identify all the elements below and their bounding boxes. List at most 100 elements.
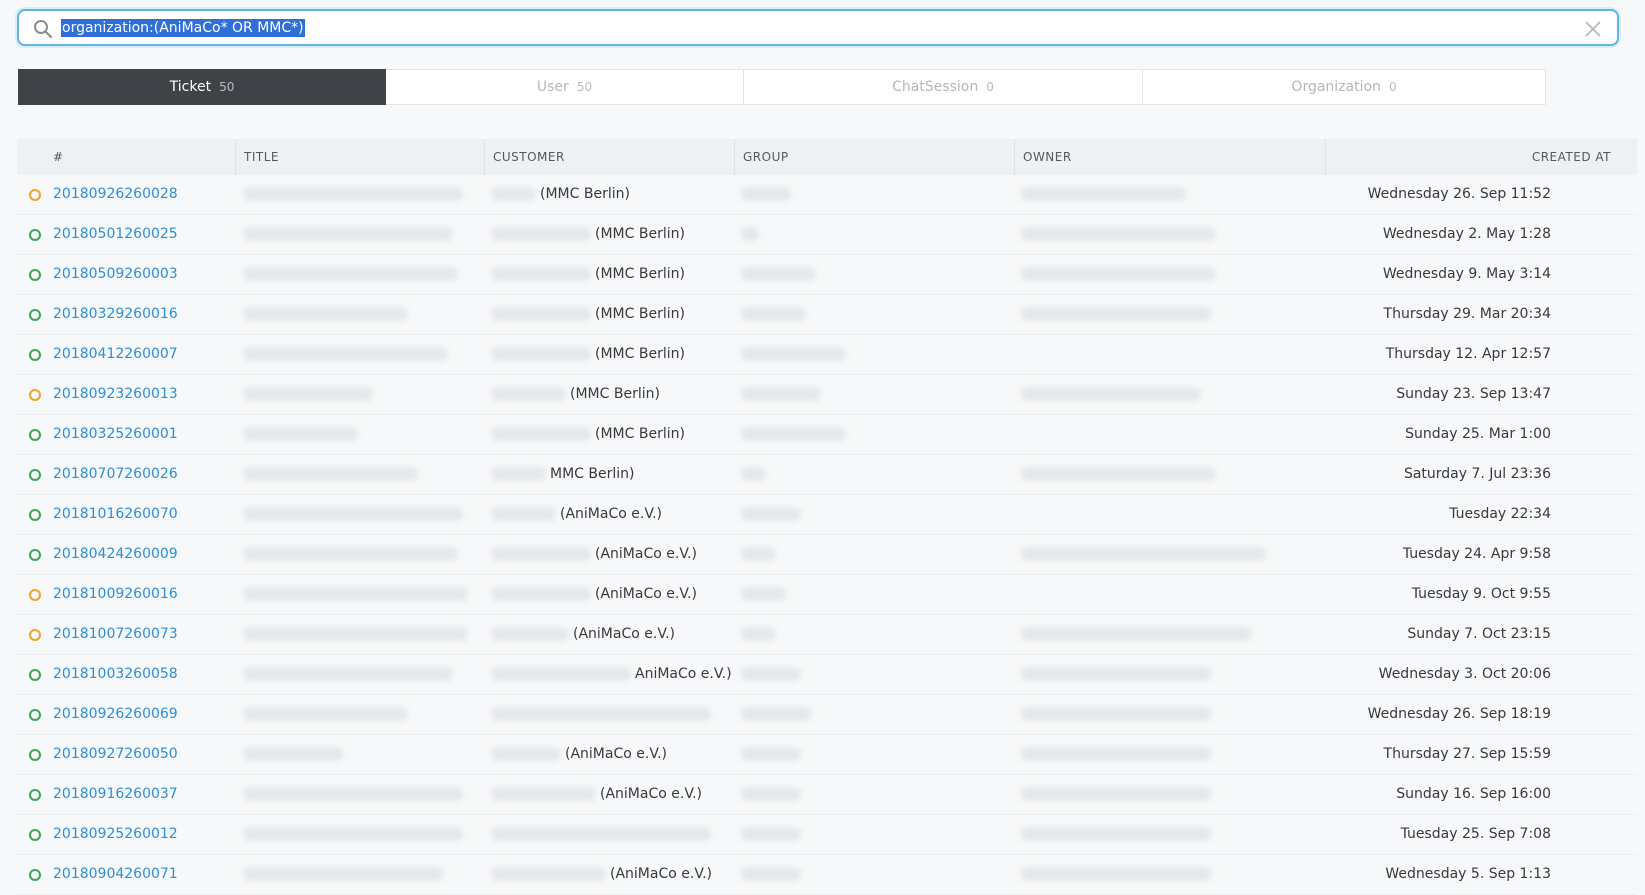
customer-organization[interactable]: (AniMaCo e.V.) (595, 535, 697, 574)
close-icon[interactable] (1583, 19, 1603, 39)
redacted-customer-name (491, 547, 591, 561)
state-indicator-icon (29, 309, 41, 321)
customer-organization[interactable]: (AniMaCo e.V.) (573, 615, 675, 654)
ticket-number-link[interactable]: 20181007260073 (53, 615, 178, 654)
ticket-number-link[interactable]: 20180926260069 (53, 695, 178, 734)
ticket-number-link[interactable]: 20181003260058 (53, 655, 178, 694)
table-row[interactable]: 20180424260009 (AniMaCo e.V.) Tuesday 24. … (17, 535, 1637, 575)
table-row[interactable]: 20180923260013 (MMC Berlin) Sunday 23. Sep… (17, 375, 1637, 415)
table-row[interactable]: 20181003260058 AniMaCo e.V.) Wednesday 3. … (17, 655, 1637, 695)
state-indicator-icon (29, 229, 41, 241)
redacted-title[interactable] (243, 267, 458, 281)
ticket-number-link[interactable]: 20180904260071 (53, 855, 178, 894)
redacted-group (741, 867, 801, 881)
customer-organization[interactable]: MMC Berlin) (550, 455, 634, 494)
tab-organization[interactable]: Organization 0 (1143, 69, 1546, 105)
redacted-title[interactable] (243, 787, 463, 801)
state-indicator-icon (29, 589, 41, 601)
tab-user[interactable]: User 50 (386, 69, 744, 105)
table-row[interactable]: 20180926260069 Wednesday 26. Sep 18:19 (17, 695, 1637, 735)
ticket-number-link[interactable]: 20180927260050 (53, 735, 178, 774)
redacted-title[interactable] (243, 627, 468, 641)
customer-organization[interactable]: (MMC Berlin) (540, 175, 630, 214)
redacted-title[interactable] (243, 547, 458, 561)
customer-organization[interactable]: AniMaCo e.V.) (635, 655, 732, 694)
table-row[interactable]: 20181007260073 (AniMaCo e.V.) Sunday 7. Oc… (17, 615, 1637, 655)
redacted-group (741, 387, 821, 401)
table-row[interactable]: 20181009260016 (AniMaCo e.V.) Tuesday 9. O… (17, 575, 1637, 615)
table-row[interactable]: 20180509260003 (MMC Berlin) Wednesday 9. M… (17, 255, 1637, 295)
redacted-title[interactable] (243, 387, 373, 401)
ticket-number-link[interactable]: 20180424260009 (53, 535, 178, 574)
column-owner[interactable]: OWNER (1014, 139, 1072, 175)
table-row[interactable]: 20180904260071 (AniMaCo e.V.) Wednesday 5.… (17, 855, 1637, 895)
created-at: Saturday 7. Jul 23:36 (1403, 466, 1551, 482)
redacted-title[interactable] (243, 187, 463, 201)
redacted-title[interactable] (243, 707, 408, 721)
ticket-table: # TITLE CUSTOMER GROUP OWNER CREATED AT … (17, 139, 1637, 895)
state-indicator-icon (29, 669, 41, 681)
table-row[interactable]: 20180412260007 (MMC Berlin) Thursday 12. A… (17, 335, 1637, 375)
customer-organization[interactable]: (AniMaCo e.V.) (595, 575, 697, 614)
ticket-number-link[interactable]: 20180412260007 (53, 335, 178, 374)
column-customer[interactable]: CUSTOMER (484, 139, 565, 175)
table-row[interactable]: 20181016260070 (AniMaCo e.V.) Tuesday 22:3… (17, 495, 1637, 535)
search-input[interactable]: organization:(AniMaCo* OR MMC*) (61, 19, 305, 37)
ticket-number-link[interactable]: 20180509260003 (53, 255, 178, 294)
table-row[interactable]: 20180501260025 (MMC Berlin) Wednesday 2. M… (17, 215, 1637, 255)
created-at: Tuesday 25. Sep 7:08 (1400, 826, 1551, 842)
redacted-title[interactable] (243, 827, 463, 841)
customer-organization[interactable]: (MMC Berlin) (570, 375, 660, 414)
redacted-title[interactable] (243, 467, 418, 481)
customer-organization[interactable]: (MMC Berlin) (595, 335, 685, 374)
table-row[interactable]: 20180925260012 Tuesday 25. Sep 7:08 (17, 815, 1637, 855)
table-row[interactable]: 20180926260028 (MMC Berlin) Wednesday 26. … (17, 175, 1637, 215)
redacted-title[interactable] (243, 867, 443, 881)
redacted-title[interactable] (243, 307, 408, 321)
created-at: Sunday 23. Sep 13:47 (1396, 386, 1551, 402)
ticket-number-link[interactable]: 20180329260016 (53, 295, 178, 334)
state-indicator-icon (29, 709, 41, 721)
customer-organization[interactable]: (MMC Berlin) (595, 295, 685, 334)
redacted-title[interactable] (243, 507, 463, 521)
tab-chatsession[interactable]: ChatSession 0 (744, 69, 1143, 105)
customer-organization[interactable]: (AniMaCo e.V.) (565, 735, 667, 774)
table-row[interactable]: 20180325260001 (MMC Berlin) Sunday 25. Mar… (17, 415, 1637, 455)
ticket-number-link[interactable]: 20180926260028 (53, 175, 178, 214)
state-indicator-icon (29, 549, 41, 561)
ticket-number-link[interactable]: 20180923260013 (53, 375, 178, 414)
customer-organization[interactable]: (MMC Berlin) (595, 415, 685, 454)
column-number[interactable]: # (53, 139, 64, 175)
redacted-title[interactable] (243, 227, 453, 241)
column-created-at[interactable]: CREATED AT (1325, 139, 1621, 175)
customer-organization[interactable]: (MMC Berlin) (595, 255, 685, 294)
redacted-title[interactable] (243, 347, 448, 361)
ticket-number-link[interactable]: 20180707260026 (53, 455, 178, 494)
table-row[interactable]: 20180927260050 (AniMaCo e.V.) Thursday 27.… (17, 735, 1637, 775)
redacted-title[interactable] (243, 667, 453, 681)
ticket-number-link[interactable]: 20180501260025 (53, 215, 178, 254)
ticket-number-link[interactable]: 20180325260001 (53, 415, 178, 454)
redacted-title[interactable] (243, 427, 358, 441)
redacted-title[interactable] (243, 747, 343, 761)
ticket-number-link[interactable]: 20180925260012 (53, 815, 178, 854)
customer-organization[interactable]: (AniMaCo e.V.) (610, 855, 712, 894)
search-bar[interactable]: organization:(AniMaCo* OR MMC*) (17, 9, 1619, 46)
ticket-number-link[interactable]: 20181016260070 (53, 495, 178, 534)
redacted-group (741, 267, 816, 281)
table-row[interactable]: 20180916260037 (AniMaCo e.V.) Sunday 16. S… (17, 775, 1637, 815)
customer-organization[interactable]: (AniMaCo e.V.) (600, 775, 702, 814)
column-title[interactable]: TITLE (235, 139, 279, 175)
tab-label: Ticket (169, 79, 212, 95)
table-body: 20180926260028 (MMC Berlin) Wednesday 26. … (17, 175, 1637, 895)
customer-organization[interactable]: (AniMaCo e.V.) (560, 495, 662, 534)
ticket-number-link[interactable]: 20181009260016 (53, 575, 178, 614)
table-row[interactable]: 20180329260016 (MMC Berlin) Thursday 29. M… (17, 295, 1637, 335)
ticket-number-link[interactable]: 20180916260037 (53, 775, 178, 814)
customer-organization[interactable]: (MMC Berlin) (595, 215, 685, 254)
redacted-title[interactable] (243, 587, 468, 601)
redacted-owner (1021, 227, 1216, 241)
table-row[interactable]: 20180707260026 MMC Berlin) Saturday 7. Jul… (17, 455, 1637, 495)
tab-ticket[interactable]: Ticket 50 (18, 69, 386, 105)
column-group[interactable]: GROUP (734, 139, 789, 175)
